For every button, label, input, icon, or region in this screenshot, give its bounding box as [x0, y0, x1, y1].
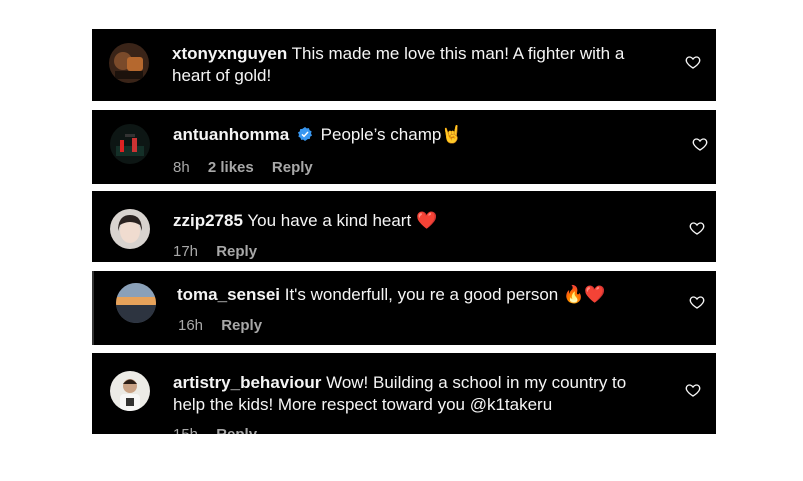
heart-icon[interactable] [689, 220, 705, 236]
comment-body: Wow! Building a school in my country to [326, 373, 627, 392]
reply-button[interactable]: Reply [272, 159, 313, 176]
comment-meta: 15h Reply [173, 426, 271, 434]
avatar[interactable] [110, 124, 150, 164]
comment-body: People’s champ [320, 125, 442, 144]
username[interactable]: zzip2785 [173, 211, 243, 230]
comment-card: toma_sensei It's wonderfull, you re a go… [92, 271, 716, 345]
verified-badge-icon [297, 127, 312, 141]
comment-card: xtonyxnguyen This made me love this man!… [92, 29, 716, 101]
timestamp: 16h [178, 317, 204, 334]
rock-on-emoji-icon: 🤘 [441, 125, 463, 145]
comment-text: toma_sensei It's wonderfull, you re a go… [177, 284, 682, 306]
heart-icon[interactable] [685, 382, 701, 398]
reply-button[interactable]: Reply [216, 426, 257, 434]
avatar[interactable] [116, 283, 156, 323]
comment-body: You have a kind heart [247, 211, 412, 230]
reply-button[interactable]: Reply [216, 243, 257, 260]
timestamp: 17h [173, 243, 199, 260]
avatar[interactable] [109, 43, 149, 83]
comment-body: This made me love this man! A fighter wi… [291, 44, 625, 63]
comment-text: xtonyxnguyen This made me love this man!… [172, 43, 677, 87]
red-heart-emoji-icon: ❤️ [415, 211, 438, 231]
heart-icon[interactable] [692, 136, 708, 152]
comment-body-line2: help the kids! More respect toward you @… [173, 395, 553, 414]
username[interactable]: artistry_behaviour [173, 373, 321, 392]
heart-icon[interactable] [685, 54, 701, 70]
heart-icon[interactable] [689, 294, 705, 310]
comment-text: artistry_behaviour Wow! Building a schoo… [173, 372, 678, 416]
username[interactable]: xtonyxnguyen [172, 44, 287, 63]
fire-heart-emoji-icon: 🔥❤️ [563, 285, 606, 305]
likes-count[interactable]: 2 likes [208, 159, 254, 176]
avatar[interactable] [110, 209, 150, 249]
comment-meta: 16h Reply [178, 317, 276, 334]
timestamp: 15h [173, 426, 198, 434]
username[interactable]: antuanhomma [173, 125, 289, 144]
username[interactable]: toma_sensei [177, 285, 280, 304]
comment-card: antuanhomma People’s champ🤘 8h 2 likes R… [92, 110, 716, 184]
comment-card: artistry_behaviour Wow! Building a schoo… [92, 353, 716, 434]
avatar[interactable] [110, 371, 150, 411]
comment-card: zzip2785 You have a kind heart ❤️ 17h Re… [92, 191, 716, 262]
comment-body-line2: heart of gold! [172, 66, 272, 85]
reply-button[interactable]: Reply [221, 317, 262, 334]
comment-meta: 8h 2 likes Reply [173, 159, 327, 176]
timestamp: 8h [173, 159, 190, 176]
comment-body: It's wonderfull, you re a good person [284, 285, 559, 304]
comment-meta: 17h Reply [173, 243, 271, 260]
comment-text: zzip2785 You have a kind heart ❤️ [173, 210, 678, 232]
comment-text: antuanhomma People’s champ🤘 [173, 124, 678, 146]
